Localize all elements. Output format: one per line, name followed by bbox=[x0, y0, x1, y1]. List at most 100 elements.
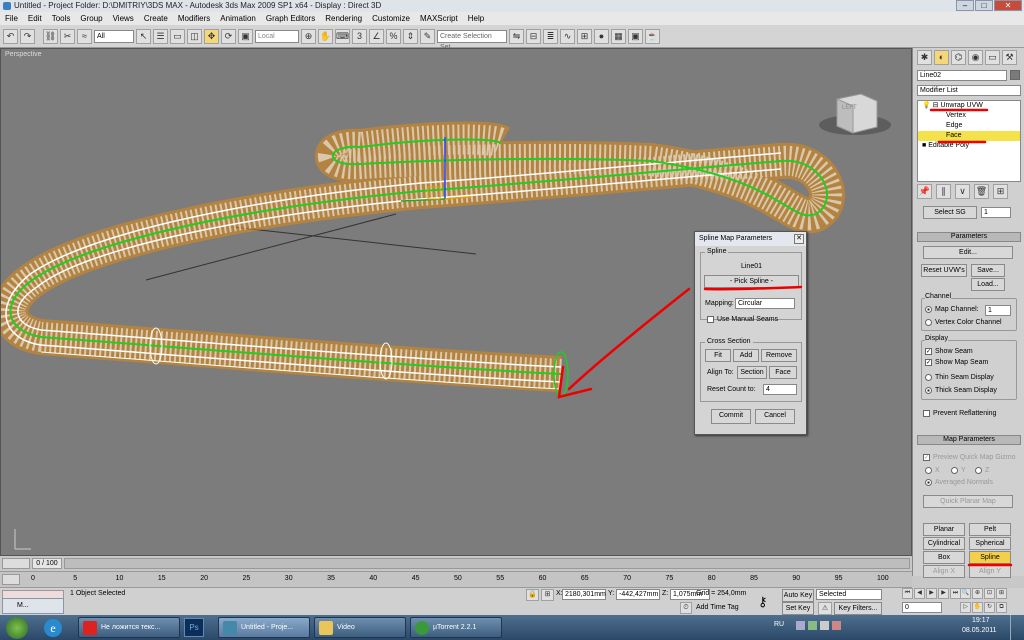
render-production-icon[interactable]: ☕ bbox=[645, 28, 660, 44]
make-unique-icon[interactable]: ∨ bbox=[955, 184, 970, 199]
x-coordinate-input[interactable]: 2180,301mm bbox=[562, 589, 606, 600]
rotate-icon[interactable]: ⟳ bbox=[221, 28, 236, 44]
schematic-view-icon[interactable]: ⊞ bbox=[577, 28, 592, 44]
goto-start-icon[interactable]: ⏮ bbox=[902, 588, 913, 599]
preview-gizmo-check[interactable]: ✓ bbox=[923, 454, 930, 461]
prev-key-icon[interactable]: ◀ bbox=[914, 588, 925, 599]
set-key-button[interactable]: Set Key bbox=[782, 602, 814, 615]
show-map-seam-checkbox[interactable]: ✓ Show Map Seam bbox=[925, 359, 988, 366]
thick-seam-radio-dot[interactable] bbox=[925, 387, 932, 394]
key-icon[interactable]: ⚷ bbox=[758, 594, 768, 610]
rect-region-icon[interactable]: ▭ bbox=[170, 28, 185, 44]
time-slider[interactable]: 0 / 100 bbox=[0, 556, 912, 571]
menu-modifiers[interactable]: Modifiers bbox=[173, 12, 215, 25]
app-icon[interactable] bbox=[3, 2, 11, 10]
align-icon[interactable]: ⊟ bbox=[526, 28, 541, 44]
add-time-tag-button[interactable]: Add Time Tag bbox=[696, 604, 739, 611]
track-bar[interactable]: 0 5 10 15 20 25 30 35 40 45 50 55 60 65 70 75 80 85 90 95 10… bbox=[0, 571, 912, 587]
reset-uvws-button[interactable]: Reset UVW's bbox=[921, 264, 967, 277]
averaged-normals-radio[interactable]: Averaged Normals bbox=[925, 479, 993, 486]
create-tab-icon[interactable]: ✱ bbox=[917, 50, 932, 65]
mini-curve-toggle[interactable] bbox=[2, 574, 20, 585]
menu-rendering[interactable]: Rendering bbox=[320, 12, 367, 25]
key-filter-select[interactable]: Selected bbox=[816, 589, 882, 600]
motion-tab-icon[interactable]: ◉ bbox=[968, 50, 983, 65]
named-selection-set-select[interactable]: Create Selection Set bbox=[437, 29, 507, 51]
photoshop-icon[interactable]: Ps bbox=[184, 618, 204, 637]
menu-create[interactable]: Create bbox=[139, 12, 173, 25]
pin-stack-icon[interactable]: 📌 bbox=[917, 184, 932, 199]
material-editor-icon[interactable]: ● bbox=[594, 28, 609, 44]
align-x-button[interactable]: Align X bbox=[923, 565, 965, 578]
selection-filter-select[interactable]: All bbox=[94, 29, 134, 43]
time-slider-thumb[interactable]: 0 / 100 bbox=[32, 558, 62, 569]
pan-icon[interactable]: ✋ bbox=[972, 602, 983, 613]
load-button[interactable]: Load... bbox=[971, 278, 1005, 291]
averaged-normals-radio-dot[interactable] bbox=[925, 479, 932, 486]
maximize-viewport-icon[interactable]: ⧉ bbox=[996, 602, 1007, 613]
configure-sets-icon[interactable]: ⊞ bbox=[993, 184, 1008, 199]
reference-coord-select[interactable]: Local bbox=[255, 29, 299, 43]
vertex-color-radio[interactable]: Vertex Color Channel bbox=[925, 319, 1002, 326]
zoom-icon[interactable]: 🔍 bbox=[960, 588, 971, 599]
axis-y-radio[interactable]: Y bbox=[951, 467, 966, 474]
remove-modifier-icon[interactable]: 🗑 bbox=[974, 184, 989, 199]
hierarchy-tab-icon[interactable]: ⌬ bbox=[951, 50, 966, 65]
prev-frame-button[interactable] bbox=[2, 558, 30, 569]
vertex-color-radio-dot[interactable] bbox=[925, 319, 932, 326]
language-indicator[interactable]: RU bbox=[774, 621, 784, 628]
edit-button[interactable]: Edit... bbox=[923, 246, 1013, 259]
object-color-swatch[interactable] bbox=[1010, 70, 1020, 80]
snap-icon[interactable]: 3 bbox=[352, 28, 367, 44]
menu-graph-editors[interactable]: Graph Editors bbox=[261, 12, 320, 25]
menu-animation[interactable]: Animation bbox=[215, 12, 261, 25]
show-seam-check[interactable]: ✓ bbox=[925, 348, 932, 355]
axis-x-radio[interactable]: X bbox=[925, 467, 940, 474]
thick-seam-radio[interactable]: Thick Seam Display bbox=[925, 387, 997, 394]
close-button[interactable]: ✕ bbox=[994, 0, 1022, 11]
tray-network-icon[interactable] bbox=[796, 621, 805, 630]
window-crossing-icon[interactable]: ◫ bbox=[187, 28, 202, 44]
map-channel-input[interactable]: 1 bbox=[985, 305, 1011, 316]
thin-seam-radio[interactable]: Thin Seam Display bbox=[925, 374, 994, 381]
preview-gizmo-checkbox[interactable]: ✓ Preview Quick Map Gizmo bbox=[923, 454, 1015, 461]
menu-edit[interactable]: Edit bbox=[23, 12, 47, 25]
next-key-icon[interactable]: ▶ bbox=[938, 588, 949, 599]
menu-tools[interactable]: Tools bbox=[47, 12, 76, 25]
curve-editor-icon[interactable]: ∿ bbox=[560, 28, 575, 44]
axis-z-radio-dot[interactable] bbox=[975, 467, 982, 474]
parameters-rollout[interactable]: Parameters bbox=[917, 232, 1021, 242]
zoom-extents-icon[interactable]: ⊡ bbox=[984, 588, 995, 599]
tray-app-icon[interactable] bbox=[808, 621, 817, 630]
minimize-button[interactable]: – bbox=[956, 0, 974, 11]
minimized-listener-window[interactable]: M... bbox=[2, 598, 64, 614]
bind-space-warp-icon[interactable]: ≈ bbox=[77, 28, 92, 44]
edit-named-selection-icon[interactable]: ✎ bbox=[420, 28, 435, 44]
percent-snap-icon[interactable]: % bbox=[386, 28, 401, 44]
select-by-name-icon[interactable]: ☰ bbox=[153, 28, 168, 44]
prevent-reflattening-check[interactable] bbox=[923, 410, 930, 417]
select-sg-button[interactable]: Select SG bbox=[923, 206, 977, 219]
show-map-seam-check[interactable]: ✓ bbox=[925, 359, 932, 366]
pivot-center-icon[interactable]: ⊕ bbox=[301, 28, 316, 44]
manipulate-icon[interactable]: ✋ bbox=[318, 28, 333, 44]
layer-manager-icon[interactable]: ≣ bbox=[543, 28, 558, 44]
map-channel-radio[interactable]: Map Channel: bbox=[925, 306, 979, 313]
zoom-extents-all-icon[interactable]: ⊞ bbox=[996, 588, 1007, 599]
save-button[interactable]: Save... bbox=[971, 264, 1005, 277]
clock-time[interactable]: 19:17 bbox=[972, 617, 990, 624]
show-desktop-button[interactable] bbox=[1010, 615, 1024, 640]
unlink-icon[interactable]: ✂ bbox=[60, 28, 75, 44]
select-object-icon[interactable]: ↖ bbox=[136, 28, 151, 44]
play-icon[interactable]: ▶ bbox=[926, 588, 937, 599]
move-icon[interactable]: ✥ bbox=[204, 28, 219, 44]
modify-tab-icon[interactable]: ◐ bbox=[934, 50, 949, 65]
display-tab-icon[interactable]: ▭ bbox=[985, 50, 1000, 65]
axis-y-radio-dot[interactable] bbox=[951, 467, 958, 474]
mirror-icon[interactable]: ⇋ bbox=[509, 28, 524, 44]
planar-button[interactable]: Planar bbox=[923, 523, 965, 536]
show-end-result-icon[interactable]: ∥ bbox=[936, 184, 951, 199]
key-mode-icon[interactable]: ⚠ bbox=[818, 602, 832, 615]
selection-lock-icon[interactable]: 🔒 bbox=[526, 589, 539, 601]
select-sg-input[interactable]: 1 bbox=[981, 207, 1011, 218]
